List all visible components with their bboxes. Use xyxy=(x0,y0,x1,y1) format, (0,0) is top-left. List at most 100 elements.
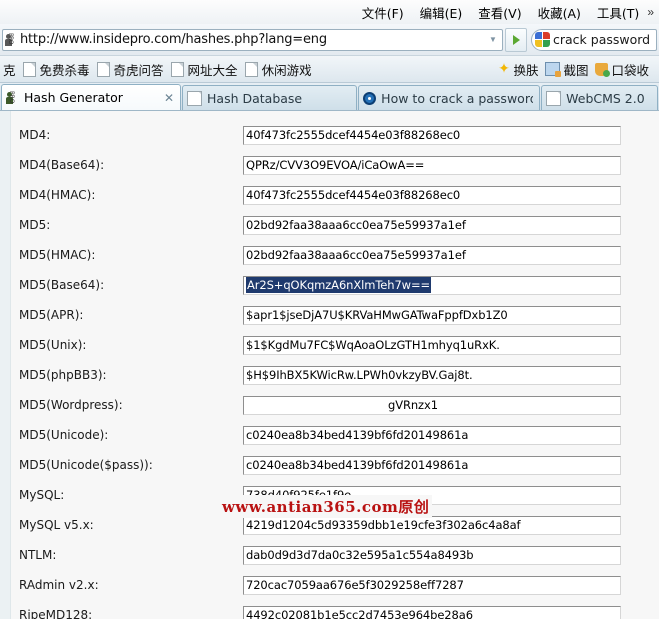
hash-value-field[interactable]: $H$9IhBX5KWicRw.LPWh0vkzyBV.Gaj8t. xyxy=(243,365,621,385)
hash-label: MD5(APR): xyxy=(19,308,84,322)
hash-value-field[interactable]: 4492c02081b1e5cc2d7453e964be28a6 xyxy=(243,605,621,619)
table-row: MD5(Unicode): c0240ea8b34bed4139bf6fd201… xyxy=(0,420,659,450)
hash-value: 720cac7059aa676e5f3029258eff7287 xyxy=(246,578,464,592)
bookmark-item-4[interactable]: 休闲游戏 xyxy=(244,60,312,79)
hash-label: MD5(Unix): xyxy=(19,338,87,352)
tab-label: Hash Generator xyxy=(24,90,123,105)
bookmark-label: 网址大全 xyxy=(187,62,238,78)
search-text[interactable]: crack password xyxy=(553,32,650,47)
hash-value-field[interactable]: $1$KgdMu7FC$WqAoaOLzGTH1mhyq1uRxK. xyxy=(243,335,621,355)
bookmark-item-0[interactable]: 克 xyxy=(3,60,16,79)
hash-label: MD5: xyxy=(19,218,51,232)
table-row: MD4(HMAC): 40f473fc2555dcef4454e03f88268… xyxy=(0,180,659,210)
hash-value: c0240ea8b34bed4139bf6fd20149861a xyxy=(246,458,469,472)
address-bar-row: PRO http://www.insidepro.com/hashes.php?… xyxy=(0,24,659,56)
tab-webcms[interactable]: WebCMS 2.0 xyxy=(541,85,659,110)
hash-value-field[interactable]: QPRz/CVV3O9EVOA/iCaOwA== xyxy=(243,155,621,175)
hash-value: Ar2S+qOKqmzA6nXlmTeh7w== xyxy=(246,277,432,293)
tab-how-to-crack-a-password[interactable]: How to crack a password xyxy=(358,85,541,110)
search-input[interactable]: crack password xyxy=(531,28,657,51)
page-content: MD4: 40f473fc2555dcef4454e03f88268ec0 MD… xyxy=(0,111,659,619)
bookmark-item-2[interactable]: 奇虎问答 xyxy=(96,60,164,79)
tab-label: WebCMS 2.0 xyxy=(566,90,645,106)
hash-value-field[interactable]: 40f473fc2555dcef4454e03f88268ec0 xyxy=(243,185,621,205)
tab-strip: PRO Hash Generator ✕ Hash Database How t… xyxy=(0,83,659,111)
bookmark-label: 克 xyxy=(3,62,16,78)
page-icon xyxy=(187,90,203,106)
go-button[interactable] xyxy=(505,27,527,52)
hash-value-field[interactable]: c0240ea8b34bed4139bf6fd20149861a xyxy=(243,425,621,445)
watermark-antian365: www.antian365.com原创 xyxy=(219,495,433,518)
google-icon xyxy=(535,32,550,47)
table-row: RipeMD128: 4492c02081b1e5cc2d7453e964be2… xyxy=(0,600,659,619)
table-row: MD5(Unicode($pass)): c0240ea8b34bed4139b… xyxy=(0,450,659,480)
hash-label: MD4: xyxy=(19,128,51,142)
table-row: RAdmin v2.x: 720cac7059aa676e5f3029258ef… xyxy=(0,570,659,600)
hash-value-field[interactable]: $apr1$jseDjA7U$KRVaHMwGATwaFppfDxb1Z0 xyxy=(243,305,621,325)
screenshot-button[interactable]: 截图 xyxy=(545,60,588,79)
menu-item-tools[interactable]: 工具(T) xyxy=(589,1,647,24)
hash-label: MySQL: xyxy=(19,488,65,502)
page-icon xyxy=(96,61,110,77)
hash-value: 02bd92faa38aaa6cc0ea75e59937a1ef xyxy=(246,218,466,232)
hash-value-field[interactable]: 4219d1204c5d93359dbb1e19cfe3f302a6c4a8af xyxy=(243,515,621,535)
hash-value: 40f473fc2555dcef4454e03f88268ec0 xyxy=(246,128,461,142)
hash-value-field[interactable]: 720cac7059aa676e5f3029258eff7287 xyxy=(243,575,621,595)
tab-hash-database[interactable]: Hash Database xyxy=(182,85,358,110)
url-input[interactable]: PRO http://www.insidepro.com/hashes.php?… xyxy=(2,28,503,51)
hash-label: RAdmin v2.x: xyxy=(19,578,99,592)
hash-label: MD4(Base64): xyxy=(19,158,105,172)
menu-overflow-icon[interactable]: » xyxy=(647,5,657,19)
menu-bar: 文件(F) 编辑(E) 查看(V) 收藏(A) 工具(T) » xyxy=(0,0,659,24)
hash-value-field[interactable]: c0240ea8b34bed4139bf6fd20149861a xyxy=(243,455,621,475)
hash-value-field[interactable]: dab0d9d3d7da0c32e595a1c554a8493b xyxy=(243,545,621,565)
bookmark-item-1[interactable]: 免费杀毒 xyxy=(22,60,90,79)
pocket-button[interactable]: 口袋收 xyxy=(595,60,649,79)
hash-value-field[interactable]: gVRnzx1 xyxy=(243,395,621,415)
hash-value-field[interactable]: 40f473fc2555dcef4454e03f88268ec0 xyxy=(243,125,621,145)
hash-list: MD4: 40f473fc2555dcef4454e03f88268ec0 MD… xyxy=(0,111,659,619)
close-icon[interactable]: ✕ xyxy=(154,91,174,105)
menu-item-edit[interactable]: 编辑(E) xyxy=(412,1,471,24)
hash-value: c0240ea8b34bed4139bf6fd20149861a xyxy=(246,428,469,442)
hash-value-field[interactable]: 02bd92faa38aaa6cc0ea75e59937a1ef xyxy=(243,215,621,235)
bookmark-item-3[interactable]: 网址大全 xyxy=(170,60,238,79)
pocket-icon xyxy=(595,62,611,77)
hash-label: MD5(Unicode($pass)): xyxy=(19,458,153,472)
insidepro-favicon: PRO xyxy=(6,90,15,104)
bookmark-label: 休闲游戏 xyxy=(261,62,312,78)
skin-label: 换肤 xyxy=(513,62,539,78)
bookmark-label: 奇虎问答 xyxy=(113,62,164,78)
skin-button[interactable]: ✦ 换肤 xyxy=(497,60,538,79)
page-icon xyxy=(170,61,184,77)
screenshot-label: 截图 xyxy=(563,62,589,78)
hash-label: RipeMD128: xyxy=(19,608,93,619)
bookmarks-right-group: ✦ 换肤 截图 口袋收 xyxy=(497,60,656,79)
bookmarks-bar: 克 免费杀毒 奇虎问答 网址大全 休闲游戏 ✦ 换肤 截图 口袋收 xyxy=(0,56,659,83)
table-row: MD5: 02bd92faa38aaa6cc0ea75e59937a1ef xyxy=(0,210,659,240)
hash-value-field[interactable]: 02bd92faa38aaa6cc0ea75e59937a1ef xyxy=(243,245,621,265)
hash-label: MD5(Base64): xyxy=(19,278,105,292)
hash-label: MySQL v5.x: xyxy=(19,518,94,532)
hash-value: 4219d1204c5d93359dbb1e19cfe3f302a6c4a8af xyxy=(246,518,521,532)
table-row: MD5(Wordpress): gVRnzx1 xyxy=(0,390,659,420)
menu-item-file[interactable]: 文件(F) xyxy=(354,1,412,24)
hash-value-field-selected[interactable]: Ar2S+qOKqmzA6nXlmTeh7w== xyxy=(243,275,621,295)
hash-value: 4492c02081b1e5cc2d7453e964be28a6 xyxy=(246,608,473,619)
chevron-down-icon[interactable]: ▼ xyxy=(486,35,500,44)
insidepro-favicon: PRO xyxy=(5,32,14,46)
table-row: MD5(APR): $apr1$jseDjA7U$KRVaHMwGATwaFpp… xyxy=(0,300,659,330)
table-row: MD4: 40f473fc2555dcef4454e03f88268ec0 xyxy=(0,120,659,150)
hash-value: 40f473fc2555dcef4454e03f88268ec0 xyxy=(246,188,461,202)
menu-item-view[interactable]: 查看(V) xyxy=(470,1,529,24)
hash-label: MD5(Unicode): xyxy=(19,428,109,442)
tab-label: Hash Database xyxy=(207,90,303,106)
menu-item-favorites[interactable]: 收藏(A) xyxy=(530,1,589,24)
browser-window: 文件(F) 编辑(E) 查看(V) 收藏(A) 工具(T) » PRO http… xyxy=(0,0,659,619)
hash-value: QPRz/CVV3O9EVOA/iCaOwA== xyxy=(246,158,425,172)
page-icon xyxy=(546,90,562,106)
hash-label: MD5(HMAC): xyxy=(19,248,96,262)
url-text[interactable]: http://www.insidepro.com/hashes.php?lang… xyxy=(20,32,486,47)
hash-value: dab0d9d3d7da0c32e595a1c554a8493b xyxy=(246,548,474,562)
tab-hash-generator[interactable]: PRO Hash Generator ✕ xyxy=(1,84,182,110)
